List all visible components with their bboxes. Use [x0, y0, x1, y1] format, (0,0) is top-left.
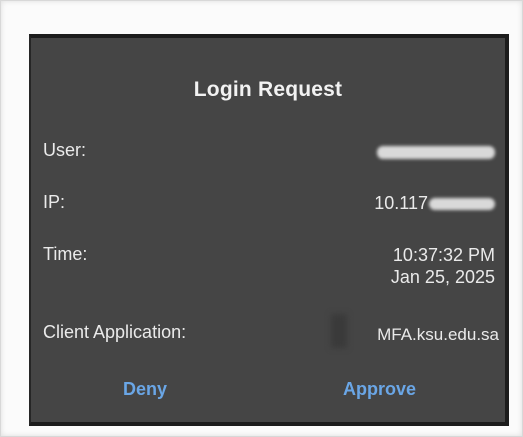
time-clock: 10:37:32 PM [392, 245, 495, 265]
ip-label: IP: [43, 192, 66, 212]
time-date: Jan 25, 2025 [390, 267, 495, 287]
time-value: 10:37:32 PM Jan 25, 2025 [391, 244, 495, 288]
login-request-dialog: Login Request User: IP: 10.117 Time: 10:… [29, 34, 509, 426]
redacted-ip [429, 198, 495, 211]
user-label: User: [43, 140, 87, 160]
smudge-mark [331, 314, 347, 348]
deny-button[interactable]: Deny [123, 379, 167, 400]
client-application-label: Client Application: [43, 322, 187, 342]
client-application-value: MFA.ksu.edu.sa [377, 325, 499, 344]
approve-button[interactable]: Approve [343, 379, 416, 400]
time-label: Time: [43, 244, 88, 264]
ip-value: 10.117 [374, 192, 495, 214]
ip-visible-part: 10.117 [374, 193, 428, 213]
screenshot-frame: Login Request User: IP: 10.117 Time: 10:… [0, 0, 523, 437]
user-value [377, 140, 495, 162]
dialog-title: Login Request [193, 78, 343, 101]
redacted-user [377, 145, 495, 159]
